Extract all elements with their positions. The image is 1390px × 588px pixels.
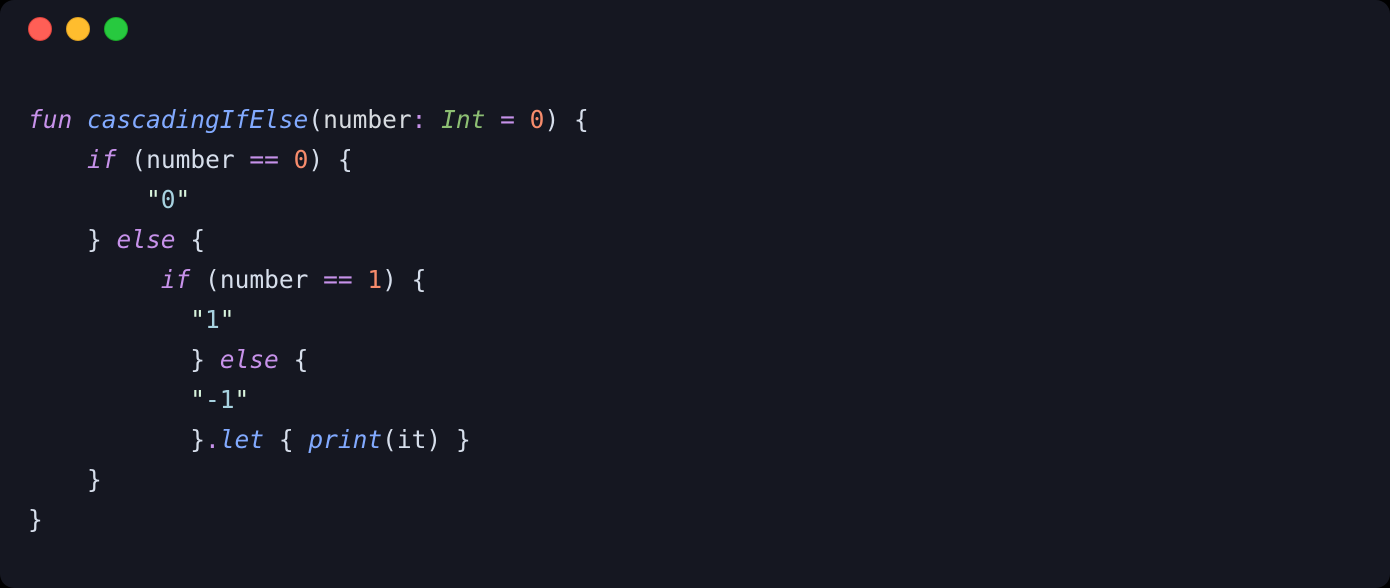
paren-open: ( [205,265,220,294]
brace-open: { [338,145,353,174]
function-name: cascadingIfElse [87,105,308,134]
keyword-if: if [87,145,117,174]
literal-zero: 0 [294,145,309,174]
string-one: 1 [205,305,220,334]
paren-open: ( [308,105,323,134]
op-eqeq: == [249,145,279,174]
paren-open: ( [382,425,397,454]
string-zero: 0 [161,185,176,214]
param-name: number [323,105,412,134]
keyword-else: else [117,225,176,254]
ident-number: number [220,265,309,294]
paren-close: ) [426,425,441,454]
keyword-else: else [220,345,279,374]
string-quote: " [176,185,191,214]
call-print: print [308,425,382,454]
paren-close: ) [382,265,397,294]
op-assign: = [500,105,515,134]
dot-operator: . [205,425,220,454]
brace-open: { [574,105,589,134]
code-area: fun cascadingIfElse(number: Int = 0) { i… [28,100,1362,540]
minimize-icon[interactable] [66,17,90,41]
brace-close: } [28,505,43,534]
zoom-icon[interactable] [104,17,128,41]
close-icon[interactable] [28,17,52,41]
brace-close: } [190,345,205,374]
brace-open: { [190,225,205,254]
paren-close: ) [308,145,323,174]
brace-close: } [190,425,205,454]
paren-open: ( [131,145,146,174]
string-quote: " [190,305,205,334]
brace-open: { [412,265,427,294]
call-let: let [220,425,264,454]
op-eqeq: == [323,265,353,294]
paren-close: ) [544,105,559,134]
string-neg-one: -1 [205,385,235,414]
string-quote: " [146,185,161,214]
window-titlebar [0,0,142,58]
default-value: 0 [530,105,545,134]
literal-one: 1 [367,265,382,294]
keyword-fun: fun [28,105,72,134]
ident-it: it [397,425,427,454]
string-quote: " [235,385,250,414]
brace-close: } [87,225,102,254]
colon: : [412,105,427,134]
type-int: Int [441,105,485,134]
keyword-if: if [161,265,191,294]
code-block[interactable]: fun cascadingIfElse(number: Int = 0) { i… [28,100,1362,540]
brace-open: { [294,345,309,374]
code-window: fun cascadingIfElse(number: Int = 0) { i… [0,0,1390,588]
string-quote: " [220,305,235,334]
brace-close: } [87,465,102,494]
string-quote: " [190,385,205,414]
brace-open: { [279,425,294,454]
brace-close: } [456,425,471,454]
ident-number: number [146,145,235,174]
